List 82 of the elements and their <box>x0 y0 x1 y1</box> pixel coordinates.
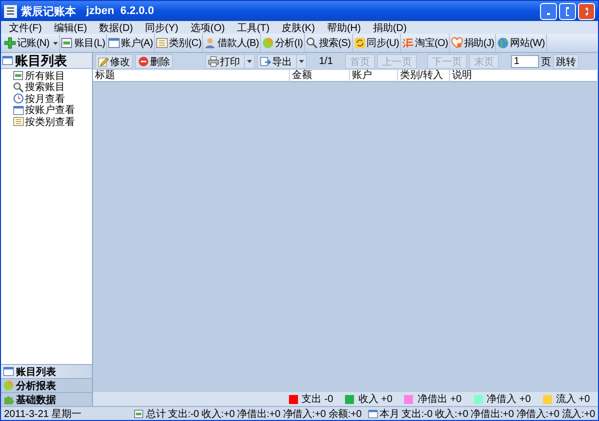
tree-item[interactable]: 按类别查看 <box>13 116 92 128</box>
delete-icon <box>138 56 149 67</box>
menu-item[interactable]: 帮助(H) <box>322 20 369 34</box>
app-icon <box>4 4 17 18</box>
person-icon <box>204 37 216 49</box>
legend-label: 流入 +0 <box>556 392 590 406</box>
toolbar-button[interactable]: 同步(U) <box>352 34 402 52</box>
window-icon <box>2 55 13 66</box>
sidebar-tab[interactable]: 基础数据 <box>1 392 92 406</box>
close-icon <box>585 6 588 16</box>
toolbar-button[interactable]: 类别(C) <box>154 34 204 52</box>
toolbar-button[interactable]: 账目(L) <box>60 34 108 52</box>
window-icon <box>368 408 378 418</box>
legend-label: 支出 -0 <box>302 392 334 406</box>
menu-item[interactable]: 编辑(E) <box>50 20 96 34</box>
globe-icon <box>497 37 510 49</box>
sidebar-tab[interactable]: 分析报表 <box>1 378 92 392</box>
menu-item[interactable]: 工具(T) <box>232 20 278 34</box>
status-date: 2011-3-21 星期一 <box>4 408 82 420</box>
page-unit: 页 <box>540 56 551 68</box>
toolbar-button[interactable]: 淘宝(O) <box>401 34 450 52</box>
tree-item[interactable]: 按账户查看 <box>13 104 92 116</box>
window-icon <box>3 366 14 377</box>
menu-item[interactable]: 皮肤(K) <box>278 20 323 34</box>
action-button[interactable]: 删除 <box>135 54 173 69</box>
toolbar-button[interactable]: 搜索(S) <box>304 34 353 52</box>
jump-button[interactable]: 跳转 <box>552 54 579 69</box>
maximize-icon <box>566 6 569 16</box>
plus-icon <box>4 37 16 49</box>
summary-text: 本月 支出:-0 收入:+0 净借出:+0 净借入:+0 流入:+0 <box>380 408 595 420</box>
legend-label: 净借出 +0 <box>417 392 462 406</box>
toolbar-button[interactable]: 账户(A) <box>107 34 155 52</box>
page-input[interactable]: 1 <box>510 55 539 68</box>
summary-text: 总计 支出:-0 收入:+0 净借出:+0 净借入:+0 余额:+0 <box>146 408 362 420</box>
page-position: 1/1 <box>318 56 334 67</box>
caret-icon <box>247 60 252 63</box>
search-icon <box>13 82 24 93</box>
window-icon <box>13 104 24 116</box>
close-button[interactable] <box>578 2 595 20</box>
ledger-icon <box>13 70 24 82</box>
menu-item[interactable]: 捐助(D) <box>368 20 415 34</box>
toolbar-button[interactable]: 借款人(B) <box>203 34 261 52</box>
list-icon <box>156 37 168 49</box>
sidebar-tab[interactable]: 账目列表 <box>1 364 92 378</box>
action-button[interactable]: 修改 <box>95 54 133 69</box>
legend-label: 收入 +0 <box>358 392 392 406</box>
pencil-icon <box>98 56 109 67</box>
printer-icon <box>208 56 219 67</box>
clock-icon <box>13 93 24 104</box>
pie-chart-icon <box>3 380 14 391</box>
pie-chart-icon <box>262 37 274 49</box>
list-icon <box>13 116 24 128</box>
legend-label: 净借入 +0 <box>486 392 531 406</box>
menu-item[interactable]: 数据(D) <box>95 20 142 34</box>
toolbar-button[interactable]: 网站(W) <box>496 34 547 52</box>
ledger-icon <box>61 37 74 49</box>
menu-item[interactable]: 选项(O) <box>186 20 233 34</box>
tree-item[interactable]: 所有账目 <box>13 70 92 82</box>
caret-icon <box>299 60 304 63</box>
toolbar-button[interactable]: 捐助(J) <box>450 34 496 52</box>
caret-icon <box>53 42 58 44</box>
export-icon <box>260 56 271 67</box>
search-icon <box>306 37 318 49</box>
action-button[interactable]: 导出 <box>257 54 307 69</box>
sync-icon <box>354 37 366 49</box>
action-button[interactable]: 打印 <box>205 54 255 69</box>
taobao-icon <box>402 37 414 49</box>
toolbar-button[interactable]: 分析(I) <box>260 34 305 52</box>
tree-item[interactable]: 按月查看 <box>13 93 92 104</box>
ledger-icon <box>134 408 144 418</box>
version-text: jzben 6.2.0.0 <box>85 5 154 17</box>
tree-item[interactable]: 搜索账目 <box>13 82 92 93</box>
window-title: 紫辰记账本 <box>21 4 76 18</box>
puzzle-icon <box>3 394 14 405</box>
minimize-button[interactable] <box>540 2 557 20</box>
window-icon <box>108 37 120 49</box>
heart-icon <box>451 37 464 49</box>
toolbar-button[interactable]: 记账(N) <box>3 34 60 52</box>
menu-item[interactable]: 文件(F) <box>5 20 50 34</box>
maximize-button[interactable] <box>559 2 576 20</box>
menu-item[interactable]: 同步(Y) <box>141 20 186 34</box>
sidebar-title: 账目列表 <box>15 52 67 70</box>
